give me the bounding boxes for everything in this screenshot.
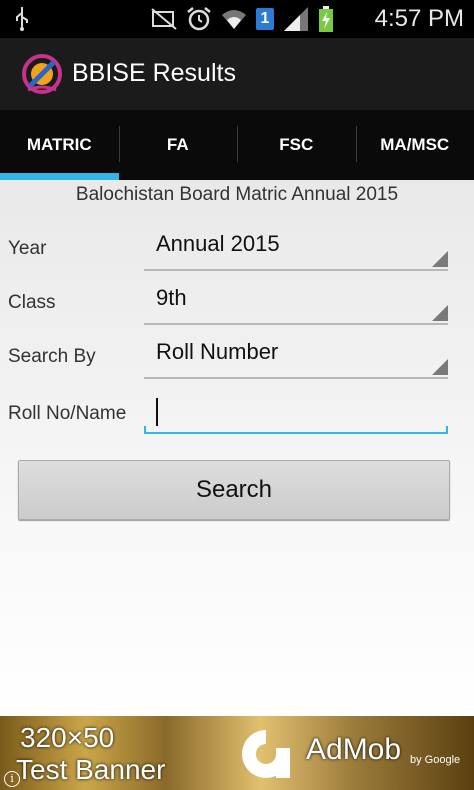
text-cursor <box>156 398 158 426</box>
status-icons: 1 <box>150 6 334 32</box>
clock: 4:57 PM <box>374 5 464 32</box>
tab-label: FSC <box>279 135 314 154</box>
search-button[interactable]: Search <box>18 460 450 520</box>
year-spinner[interactable]: Annual 2015 <box>144 229 448 271</box>
tab-matric[interactable]: MATRIC <box>0 110 119 180</box>
search-form: Balochistan Board Matric Annual 2015 Yea… <box>0 180 474 716</box>
ad-by-google: by Google <box>410 754 461 766</box>
tab-fsc[interactable]: FSC <box>237 110 356 180</box>
bbise-logo-icon[interactable] <box>20 52 64 96</box>
search-by-spinner[interactable]: Roll Number <box>144 337 448 379</box>
ad-line-1: 320×50 <box>20 722 115 753</box>
input-underline-cap <box>144 426 146 434</box>
input-underline <box>144 432 448 434</box>
search-by-value: Roll Number <box>156 339 279 364</box>
tab-label: MA/MSC <box>380 135 450 154</box>
input-underline-cap <box>446 426 448 434</box>
mute-icon <box>151 8 177 30</box>
ad-line-2: Test Banner <box>16 754 166 785</box>
class-label: Class <box>8 292 56 313</box>
tab-label: FA <box>166 135 189 154</box>
year-label: Year <box>8 238 47 259</box>
ad-banner[interactable]: 320×50 Test Banner AdMob by Google i <box>0 716 474 790</box>
battery-icon <box>319 6 333 32</box>
tab-bar: MATRIC FA FSC MA/MSC <box>0 110 474 180</box>
tab-label: MATRIC <box>26 135 92 154</box>
form-subtitle: Balochistan Board Matric Annual 2015 <box>75 184 399 205</box>
tab-fa[interactable]: FA <box>118 110 238 180</box>
ad-info-icon[interactable]: i <box>4 771 20 787</box>
app-bar: BBISE Results <box>0 38 474 111</box>
app-title: BBISE Results <box>72 59 236 87</box>
search-by-label: Search By <box>8 346 96 367</box>
sim-1-icon: 1 <box>256 8 274 30</box>
admob-logo-icon <box>236 726 296 787</box>
dropdown-arrow-icon <box>432 305 448 321</box>
roll-input[interactable] <box>144 394 448 434</box>
ad-brand: AdMob <box>306 733 402 766</box>
status-bar: 1 4:57 PM <box>0 0 474 38</box>
tab-ma-msc[interactable]: MA/MSC <box>355 110 474 180</box>
usb-icon <box>14 7 30 36</box>
wifi-icon <box>222 10 246 29</box>
class-spinner[interactable]: 9th <box>144 283 448 325</box>
alarm-icon <box>187 7 211 31</box>
roll-label: Roll No/Name <box>8 403 127 424</box>
class-value: 9th <box>156 285 187 310</box>
year-value: Annual 2015 <box>156 231 280 256</box>
dropdown-arrow-icon <box>432 251 448 267</box>
signal-icon <box>284 7 308 31</box>
dropdown-arrow-icon <box>432 359 448 375</box>
